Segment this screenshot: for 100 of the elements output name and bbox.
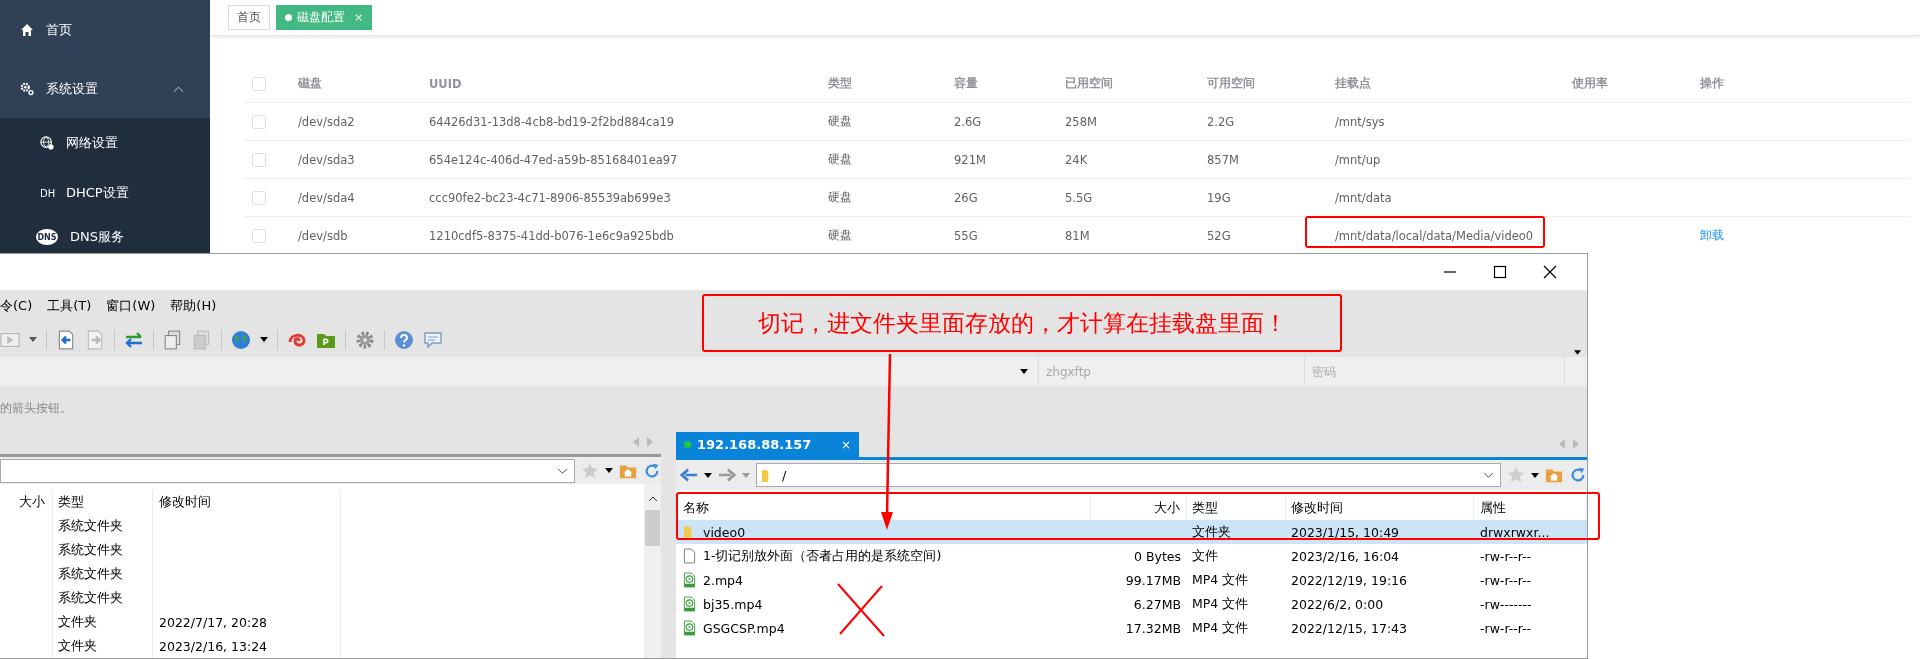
table-cell: 24K	[1065, 152, 1088, 167]
scrollbar-thumb[interactable]	[645, 510, 660, 546]
refresh-icon[interactable]	[1569, 466, 1587, 484]
file-type: 文件夹	[1192, 523, 1231, 541]
file-size: 17.32MB	[1125, 620, 1181, 636]
globe-icon	[40, 136, 54, 150]
transfer-arrows-icon[interactable]	[124, 329, 144, 350]
dns-badge-icon: DNS	[36, 229, 58, 245]
row-checkbox[interactable]	[252, 114, 266, 129]
settings-icon[interactable]	[355, 329, 375, 350]
chat-icon[interactable]	[423, 329, 443, 350]
table-cell: 1210cdf5-8375-41dd-b076-1e6c9a925bdb	[429, 228, 674, 243]
copy-icon[interactable]	[192, 329, 212, 350]
file-attributes: -rw-r--r--	[1480, 620, 1532, 636]
file-row[interactable]: 1-切记别放外面（否者占用的是系统空间) 0 Bytes 文件 2023/2/16, 16:04 -rw-r--r--	[676, 544, 1587, 568]
chevron-down-icon[interactable]	[557, 467, 568, 475]
forward-arrow-icon[interactable]	[718, 466, 736, 484]
sidebar-item[interactable]: DNS DNS服务	[0, 218, 210, 253]
scrollbar[interactable]	[644, 484, 661, 658]
table-cell: /mnt/up	[1335, 152, 1381, 167]
table-cell: 52G	[1207, 228, 1231, 243]
connection-tab[interactable]: 192.168.88.157 ×	[676, 432, 859, 457]
annotation-callout: 切记，进文件夹里面存放的，才计算在挂载盘里面！	[702, 294, 1342, 352]
star-icon[interactable]	[581, 461, 599, 480]
menu-item[interactable]: 帮助(H)	[170, 297, 217, 315]
chevron-down-icon[interactable]	[1483, 472, 1494, 479]
column-header: 可用空间	[1207, 76, 1255, 90]
dropdown-icon[interactable]	[605, 468, 613, 474]
home-icon	[20, 23, 34, 37]
column-header[interactable]: 修改时间	[153, 490, 341, 514]
file-type: 系统文件夹	[58, 541, 123, 559]
sidebar-item[interactable]: DH DHCP设置	[0, 168, 210, 218]
menu-item[interactable]: 窗口(W)	[106, 297, 156, 315]
modified-time: 2023/2/16, 13:24	[159, 638, 268, 654]
table-cell: /mnt/sys	[1335, 114, 1385, 129]
copy-icon[interactable]	[163, 329, 183, 350]
modified-time: 2022/6/2, 0:00	[1291, 596, 1384, 612]
row-checkbox[interactable]	[252, 190, 266, 205]
scroll-left-icon[interactable]	[633, 437, 639, 448]
globe-icon[interactable]	[231, 329, 251, 350]
table-cell: /dev/sda2	[298, 114, 355, 129]
dropdown-icon[interactable]	[260, 337, 268, 342]
modified-time: 2022/7/17, 20:28	[159, 614, 268, 630]
menu-item[interactable]: 令(C)	[0, 297, 33, 315]
file-attributes: -rw-r--r--	[1480, 572, 1532, 588]
dropdown-icon[interactable]	[1531, 472, 1539, 478]
column-header: 类型	[828, 76, 852, 90]
scroll-right-icon[interactable]	[1573, 439, 1579, 449]
table-cell: /dev/sda3	[298, 152, 355, 167]
table-cell: 64426d31-13d8-4cb8-bd19-2f2bd884ca19	[429, 114, 675, 129]
close-icon[interactable]	[1543, 265, 1557, 279]
page-tab[interactable]: 首页	[228, 5, 270, 30]
cross-mark	[836, 582, 886, 638]
file-row[interactable]: 2.mp4 99.17MB MP4 文件 2022/12/19, 19:16 -rw-r--r--	[676, 568, 1587, 592]
file-type: MP4 文件	[1192, 619, 1249, 637]
table-cell: 硬盘	[828, 228, 852, 242]
scroll-up-icon[interactable]	[647, 496, 658, 502]
table-cell: /mnt/data	[1335, 190, 1392, 205]
table-cell: 2.6G	[954, 114, 982, 129]
file-type: 文件夹	[58, 613, 97, 631]
select-all-checkbox[interactable]	[252, 76, 266, 91]
table-cell: 2.2G	[1207, 114, 1235, 129]
table-cell: 硬盘	[828, 190, 852, 204]
path-field[interactable]	[0, 458, 575, 483]
scroll-left-icon[interactable]	[1559, 439, 1565, 449]
table-cell: 55G	[954, 228, 978, 243]
row-checkbox[interactable]	[252, 228, 266, 243]
file-size: 6.27MB	[1133, 596, 1181, 612]
help-icon[interactable]	[394, 329, 414, 350]
scroll-right-icon[interactable]	[647, 437, 653, 448]
modified-time: 2023/2/16, 16:04	[1291, 548, 1400, 564]
table-cell: 19G	[1207, 190, 1231, 205]
file-attributes: drwxrwxr...	[1480, 524, 1550, 540]
row-checkbox[interactable]	[252, 152, 266, 167]
table-cell: 硬盘	[828, 152, 852, 166]
table-cell: 921M	[954, 152, 986, 167]
file-type: 系统文件夹	[58, 589, 123, 607]
file-row[interactable]: video0 文件夹 2023/1/15, 10:49 drwxrwxr...	[676, 520, 1587, 544]
menu-item[interactable]: 工具(T)	[47, 297, 92, 315]
file-row[interactable]: bj35.mp4 6.27MB MP4 文件 2022/6/2, 0:00 -rw-------	[676, 592, 1587, 616]
refresh-icon[interactable]	[643, 461, 661, 480]
file-type: 系统文件夹	[58, 565, 123, 583]
path-field[interactable]: /	[756, 463, 1501, 487]
back-arrow-icon[interactable]	[680, 466, 698, 484]
dropdown-icon[interactable]	[1020, 369, 1028, 374]
dropdown-icon[interactable]	[1574, 350, 1581, 355]
file-type: 系统文件夹	[58, 517, 123, 535]
maximize-icon[interactable]	[1493, 265, 1507, 279]
file-row[interactable]: GSGCSP.mp4 17.32MB MP4 文件 2022/12/15, 17:43 -rw-r--r--	[676, 616, 1587, 640]
sidebar-item[interactable]: 首页	[0, 0, 210, 60]
dropdown-icon[interactable]	[704, 472, 712, 478]
column-header[interactable]: 类型	[53, 490, 153, 514]
video-file-icon	[683, 572, 696, 588]
file-name: 2.mp4	[703, 572, 743, 588]
column-header[interactable]: 大小	[0, 490, 53, 514]
star-icon[interactable]	[1507, 466, 1525, 484]
sidebar-item[interactable]: 网络设置	[0, 118, 210, 168]
file-name: video0	[703, 524, 746, 540]
sidebar-item[interactable]: 系统设置	[0, 60, 210, 118]
document-arrow-icon[interactable]	[56, 329, 76, 350]
